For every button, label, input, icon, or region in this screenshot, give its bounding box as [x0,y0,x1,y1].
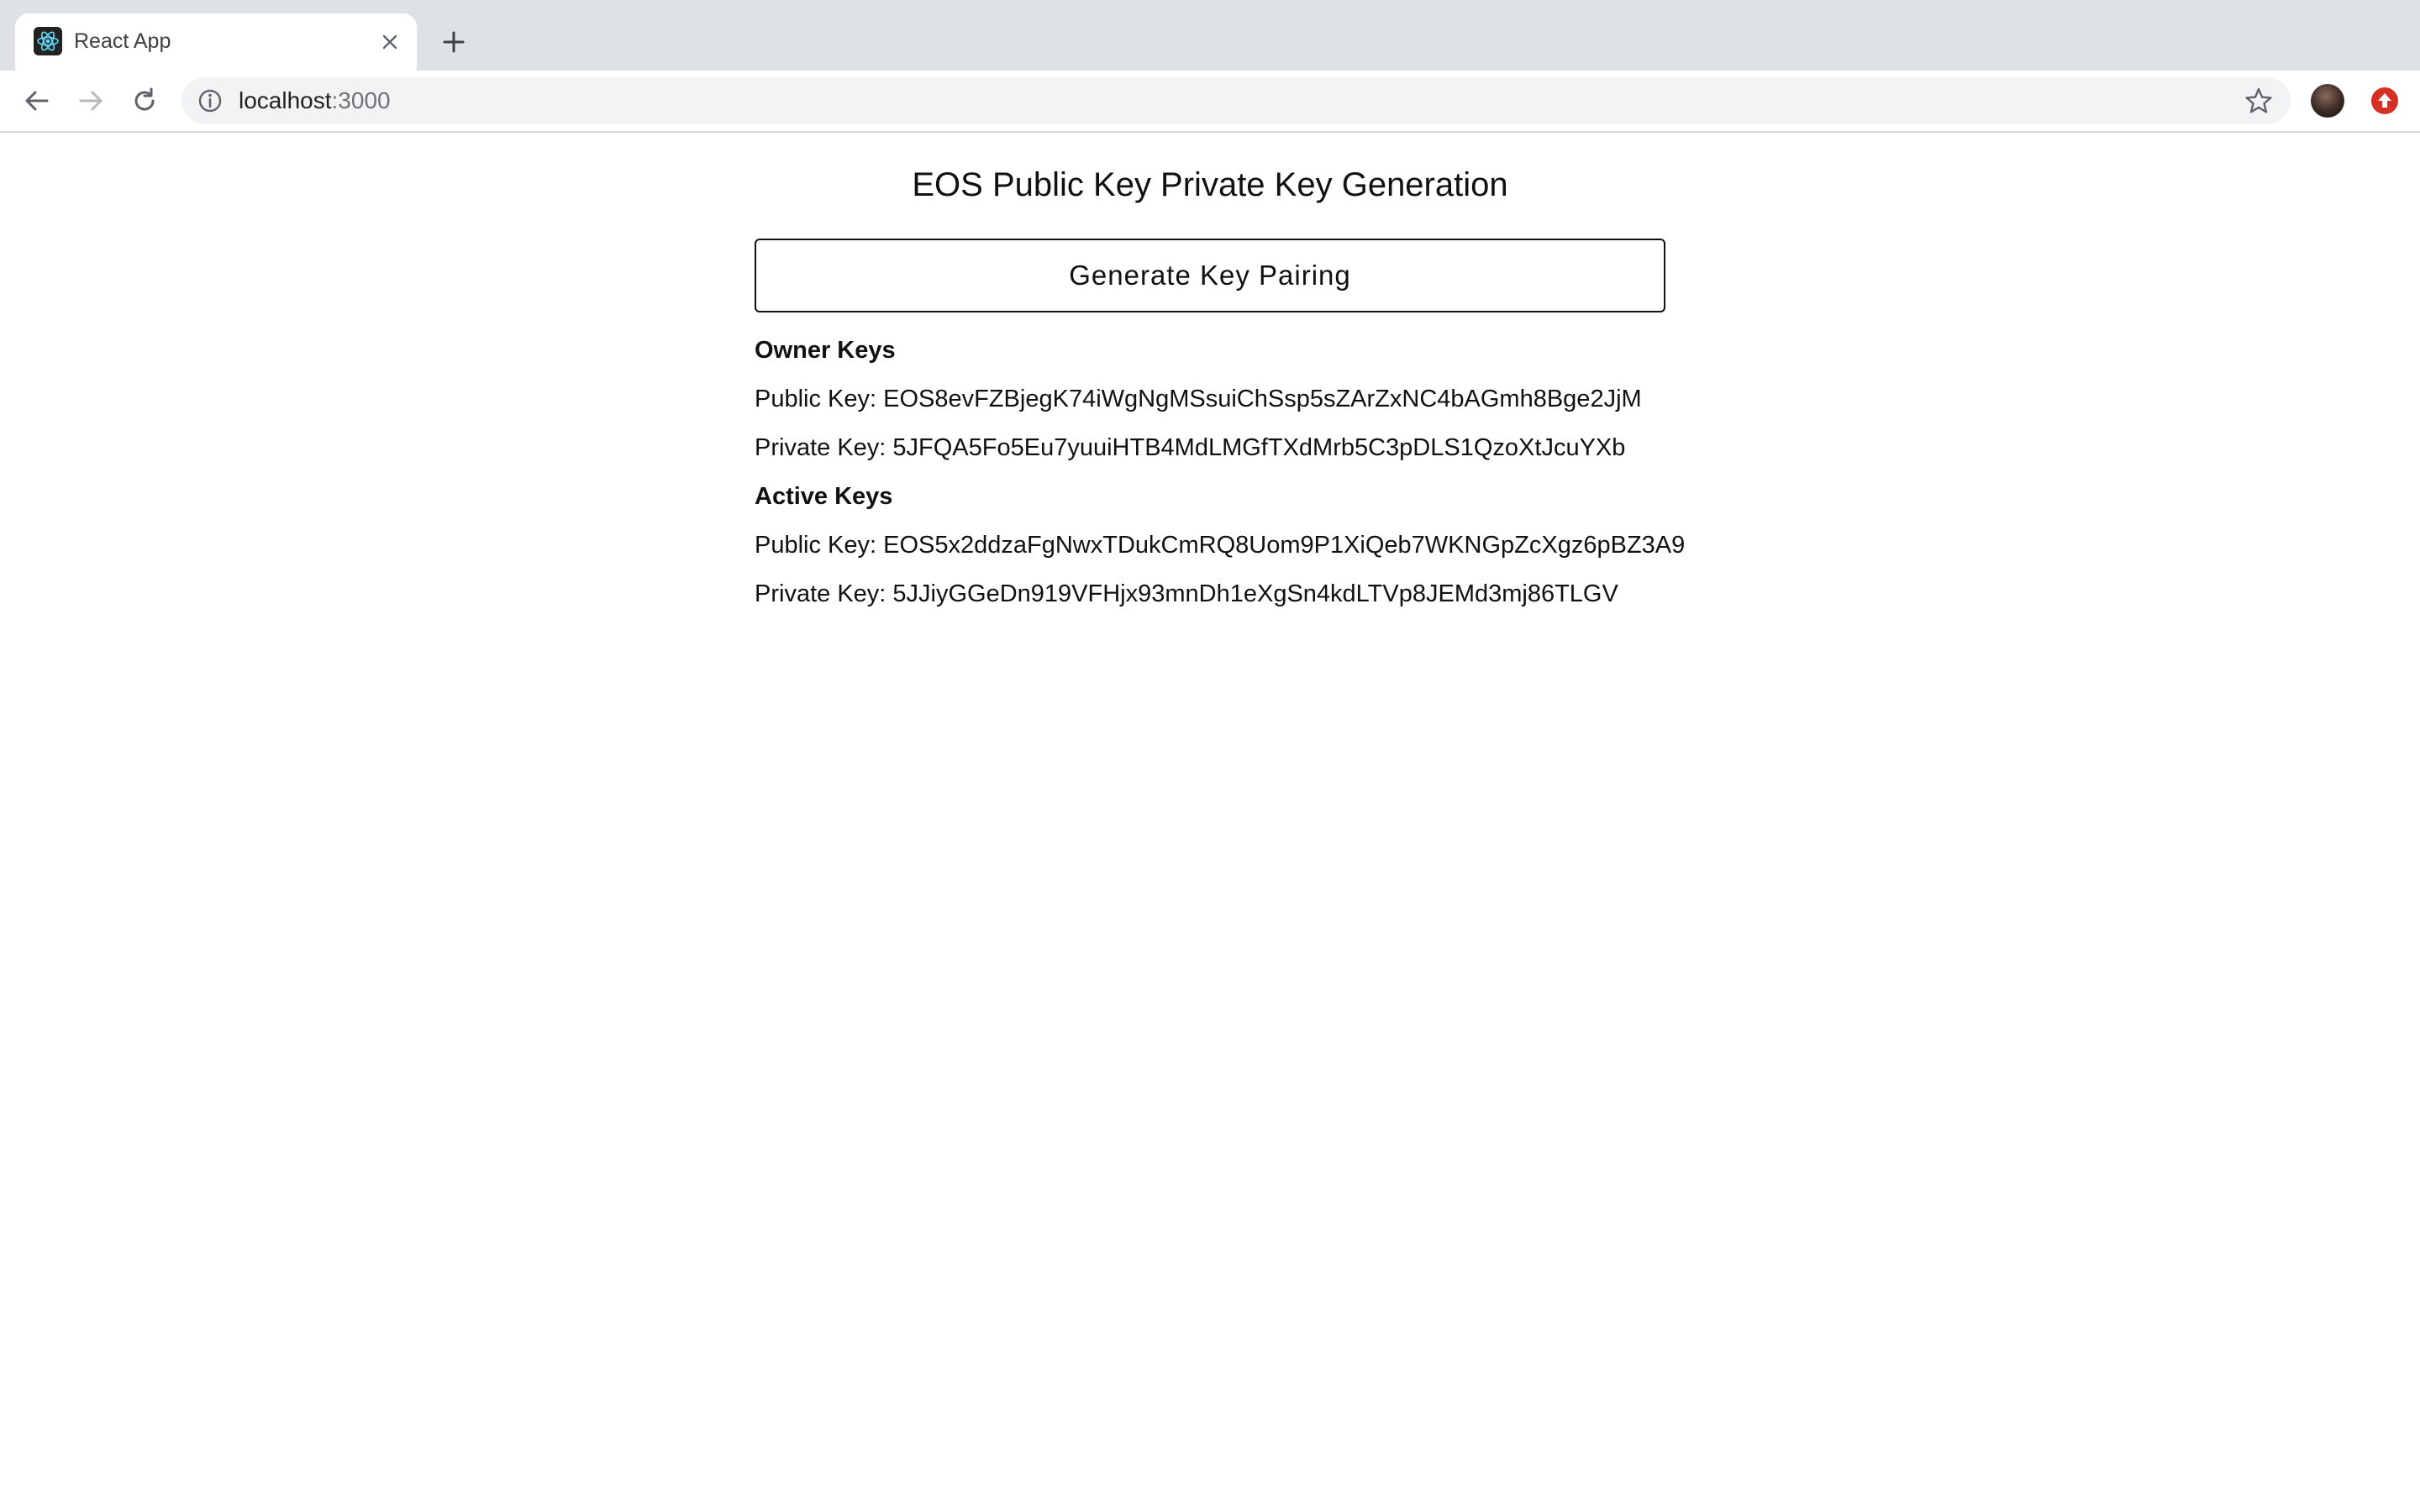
browser-tabstrip: React App [0,0,2420,71]
browser-toolbar: localhost:3000 [0,71,2420,133]
star-icon[interactable] [2244,86,2274,116]
extension-update-icon[interactable] [2370,86,2400,116]
browser-tab-active[interactable]: React App [15,13,417,71]
react-logo-icon [34,27,62,55]
url-text[interactable]: localhost:3000 [239,87,391,114]
key-generator-panel: EOS Public Key Private Key Generation Ge… [755,131,1686,608]
active-keys-heading: Active Keys [755,483,893,510]
page-title: EOS Public Key Private Key Generation [912,166,1508,203]
url-port: :3000 [331,87,391,113]
owner-private-key: Private Key: 5JFQA5Fo5Eu7yuuiHTB4MdLMGfT… [755,434,1626,461]
arrow-back-icon[interactable] [18,82,55,119]
close-icon[interactable] [376,29,403,55]
owner-keys-heading: Owner Keys [755,337,896,364]
avatar[interactable] [2311,84,2344,118]
active-public-key: Public Key: EOS5x2ddzaFgNwxTDukCmRQ8Uom9… [755,532,1686,559]
plus-icon[interactable] [437,25,471,59]
url-host: localhost [239,87,332,113]
arrow-forward-icon[interactable] [72,82,109,119]
reload-icon[interactable] [126,82,163,119]
address-bar[interactable]: localhost:3000 [182,77,2291,124]
info-icon[interactable] [197,87,224,114]
owner-public-key: Public Key: EOS8evFZBjegK74iWgNgMSsuiChS… [755,386,1642,412]
generate-key-pairing-button[interactable]: Generate Key Pairing [755,239,1665,312]
active-private-key: Private Key: 5JJiyGGeDn919VFHjx93mnDh1eX… [755,580,1618,607]
tab-title: React App [74,29,171,53]
